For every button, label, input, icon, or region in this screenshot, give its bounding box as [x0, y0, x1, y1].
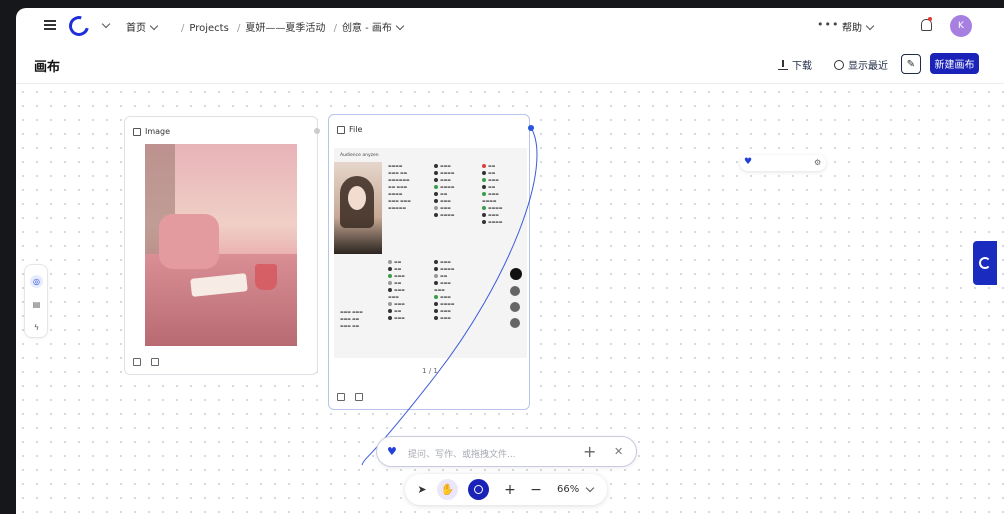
logo-icon	[979, 257, 991, 269]
new-canvas-button[interactable]: 新建画布	[930, 53, 979, 74]
close-icon[interactable]: ✕	[614, 445, 623, 458]
chevron-down-icon[interactable]	[395, 21, 405, 31]
orbit-node-pill[interactable]: ♥ ⚙	[740, 155, 826, 171]
show-recent-button[interactable]: 显示最近	[834, 57, 888, 72]
pin-icon: ✎	[906, 58, 916, 70]
breadcrumb-projects[interactable]: Projects	[189, 23, 228, 34]
page-title: 画布	[34, 60, 61, 75]
cursor-icon[interactable]: ➤	[413, 479, 431, 500]
pin-button[interactable]: ✎	[901, 54, 921, 74]
notification-dot	[928, 17, 932, 21]
app-window: 首页 / Projects / 夏妍——夏季活动 / 创意 - 画布 ••• 帮助 K…	[16, 8, 1004, 514]
avatar[interactable]: K	[950, 15, 972, 37]
bird-icon: ♥	[387, 445, 397, 458]
add-attachment-button[interactable]: +	[583, 442, 596, 461]
chevron-down-icon	[585, 483, 595, 492]
assistant-panel-toggle[interactable]	[973, 241, 997, 285]
zoom-out-button[interactable]: −	[529, 479, 543, 500]
breadcrumb-campaign[interactable]: 夏妍——夏季活动	[245, 23, 325, 34]
chevron-down-icon	[865, 21, 875, 31]
more-button[interactable]: •••	[817, 18, 839, 31]
page-header: 画布 下载 显示最近 ✎ 新建画布	[16, 44, 1004, 84]
bird-icon: ♥	[744, 157, 753, 167]
canvas-toolbar: ➤ ✋ + − 66%	[405, 474, 607, 505]
help-menu[interactable]: 帮助	[842, 19, 875, 34]
settings-icon[interactable]: ⚙	[814, 158, 821, 167]
menu-icon[interactable]	[44, 20, 56, 30]
zoom-in-button[interactable]: +	[503, 479, 517, 500]
chevron-down-icon[interactable]	[101, 19, 111, 29]
breadcrumb-canvas[interactable]: 创意 - 画布	[342, 23, 392, 34]
nav-home[interactable]: 首页	[126, 19, 159, 34]
prompt-bar[interactable]: ♥ 提问、写作、或拖拽文件... + ✕	[376, 436, 637, 467]
logo-icon[interactable]	[65, 12, 93, 40]
chevron-down-icon	[149, 21, 159, 31]
download-button[interactable]: 下载	[778, 57, 812, 72]
prompt-input[interactable]: 提问、写作、或拖拽文件...	[408, 447, 516, 460]
zoom-level[interactable]: 66%	[557, 479, 595, 500]
clock-icon	[834, 59, 844, 70]
hand-icon[interactable]: ✋	[437, 479, 458, 500]
canvas[interactable]: ◎ ▤ ϟ Image File Audience anyzen ▬▬▬▬ ▬▬▬…	[16, 85, 1004, 514]
target-icon[interactable]	[468, 479, 489, 500]
download-icon	[778, 59, 788, 70]
top-nav: 首页 / Projects / 夏妍——夏季活动 / 创意 - 画布 ••• 帮助 K	[16, 8, 1004, 44]
breadcrumb: / Projects / 夏妍——夏季活动 / 创意 - 画布	[176, 19, 405, 34]
